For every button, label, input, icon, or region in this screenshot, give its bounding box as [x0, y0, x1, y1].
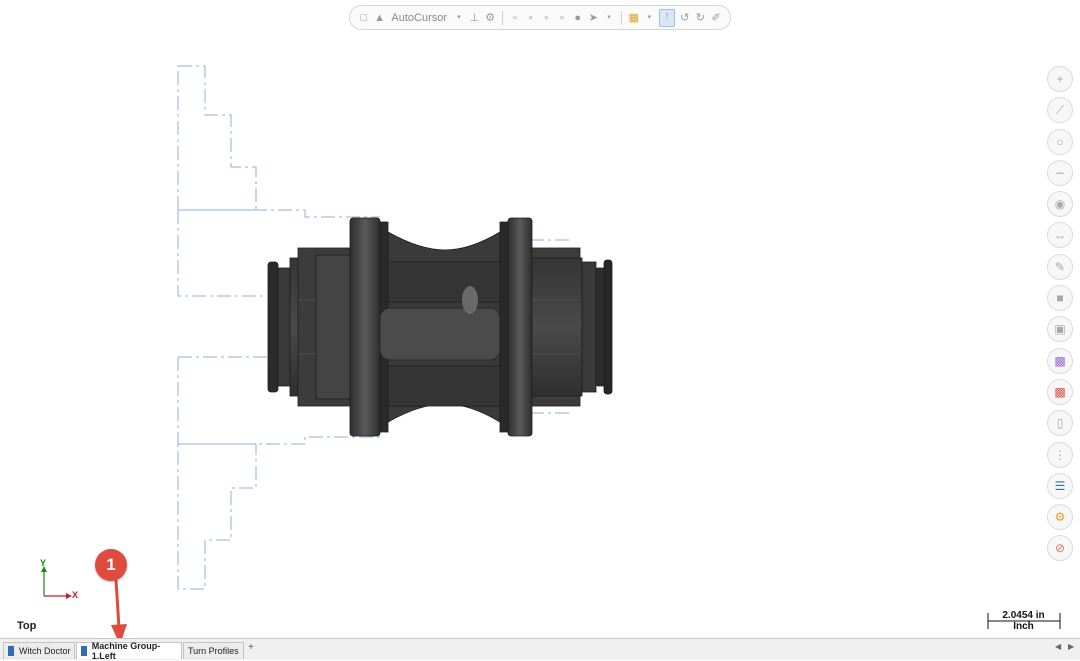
cancel-icon[interactable]: ⊘: [1047, 535, 1073, 562]
scale-value: 2.0454 in: [1002, 610, 1045, 621]
layers-icon[interactable]: ☰: [1047, 472, 1073, 499]
spline-icon[interactable]: ∽: [1047, 159, 1073, 186]
points-icon[interactable]: ⋮: [1047, 441, 1073, 468]
callout-badge: 1: [95, 549, 127, 581]
settings-icon[interactable]: ⚙: [1047, 504, 1073, 531]
tab-turn-profiles[interactable]: Turn Profiles: [183, 642, 244, 659]
view-icon[interactable]: ◉: [1047, 191, 1073, 218]
axis-indicator: [41, 566, 72, 599]
axis-x-label: X: [72, 590, 79, 600]
bookmark-icon: [8, 646, 14, 656]
transform-icon[interactable]: ▩: [1047, 347, 1073, 374]
bookmark-icon: [81, 646, 87, 656]
box-icon[interactable]: ▣: [1047, 316, 1073, 343]
view-name-label: Top: [17, 620, 37, 632]
callout-arrow: [111, 579, 127, 638]
tab-label: Machine Group-1.Left: [91, 641, 161, 661]
tab-label: Turn Profiles: [188, 646, 239, 656]
solid-icon[interactable]: ■: [1047, 285, 1073, 312]
viewsheet-tab-bar: Witch Doctor Machine Group-1.Left Turn P…: [0, 638, 1080, 661]
scale-indicator: 2.0454 in Inch: [987, 608, 1060, 632]
add-tab-button[interactable]: +: [248, 642, 254, 653]
line-icon[interactable]: ⟋: [1047, 97, 1073, 124]
chain-icon[interactable]: ▯: [1047, 410, 1073, 437]
tab-machine-group-left[interactable]: Machine Group-1.Left: [76, 641, 182, 661]
dimension-icon[interactable]: ↔: [1047, 222, 1073, 249]
part-drawing: [41, 65, 1061, 638]
plus-icon[interactable]: +: [1047, 66, 1073, 92]
axis-y-label: Y: [40, 558, 47, 568]
scale-unit: Inch: [1013, 621, 1034, 632]
circle-icon[interactable]: ○: [1047, 128, 1073, 155]
eraser-icon[interactable]: ✎: [1047, 253, 1073, 280]
right-toolbar: + ⟋ ○ ∽ ◉ ↔ ✎ ■ ▣ ▩ ▩ ▯ ⋮ ☰ ⚙ ⊘: [1047, 66, 1075, 567]
machined-part: [267, 217, 613, 437]
scroll-left-icon[interactable]: ◀: [1055, 642, 1061, 651]
tab-witch-doctor[interactable]: Witch Doctor: [3, 642, 75, 659]
tab-label: Witch Doctor: [19, 646, 71, 656]
scroll-right-icon[interactable]: ▶: [1068, 642, 1074, 651]
graphics-viewport[interactable]: □ ▲ AutoCursor ▾ ⊥ ⚙ ▫ ▫ ▫ ▫ ● ➤ ▾ ▦ ▾ ↑…: [0, 0, 1080, 638]
color-icon[interactable]: ▩: [1047, 378, 1073, 405]
